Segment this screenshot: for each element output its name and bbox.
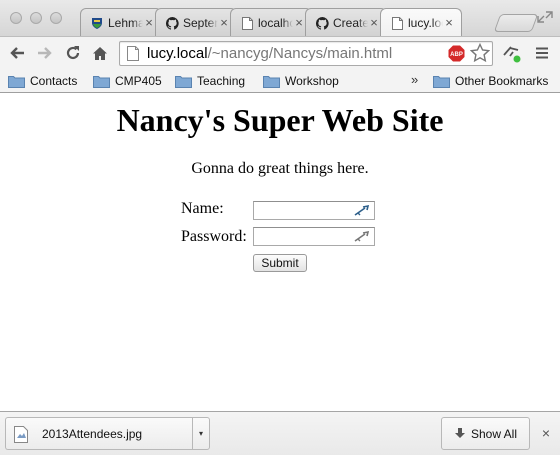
url-path: /~nancyg/Nancys/main.html [207,45,393,62]
page-icon [240,16,254,30]
reload-button[interactable] [63,43,83,63]
extension-button[interactable] [501,43,523,65]
folder-icon [93,75,110,88]
show-all-label: Show All [470,426,518,441]
image-file-icon [14,426,28,443]
home-button[interactable] [90,43,110,63]
lehman-shield-icon [90,16,104,30]
zoom-window-button[interactable] [50,12,62,24]
page-heading: Nancy's Super Web Site [116,102,444,138]
tab-close-icon[interactable]: × [443,15,455,30]
new-tab-button[interactable] [493,14,539,32]
back-button[interactable] [7,43,27,63]
bookmark-label: Teaching [197,74,246,88]
bookmark-teaching[interactable]: Teaching [175,73,245,89]
password-manager-key-icon[interactable] [353,230,371,244]
minimize-window-button[interactable] [30,12,42,24]
bookmark-workshop[interactable]: Workshop [263,73,339,89]
tab-title: Lehman [108,16,143,30]
page-icon [127,46,139,61]
folder-icon [8,75,25,88]
url-text[interactable]: lucy.local/~nancyg/Nancys/main.html [147,45,392,62]
download-shelf: 2013Attendees.jpg ▾ Show All × [0,411,560,455]
adblock-plus-button[interactable]: ABP [448,45,465,62]
password-input[interactable] [257,228,353,245]
tab-close-icon[interactable]: × [218,15,230,30]
tab-september[interactable]: September × [155,8,237,36]
bookmark-other-bookmarks[interactable]: Other Bookmarks [433,73,548,89]
name-field[interactable] [253,201,375,220]
folder-icon [263,75,280,88]
tab-title: localhost [258,16,293,30]
tab-title: lucy.local [408,16,443,30]
page-viewport: Nancy's Super Web Site Gonna do great th… [0,94,560,411]
github-icon [165,16,179,30]
tab-create[interactable]: Create × [305,8,387,36]
tab-title: September [183,16,218,30]
tab-title: Create [333,16,368,30]
tab-localhost[interactable]: localhost × [230,8,312,36]
tab-close-icon[interactable]: × [368,15,380,30]
forward-arrow-icon [38,47,52,59]
tab-lucy-local[interactable]: lucy.local × [380,8,462,36]
folder-icon [433,75,450,88]
abp-label: ABP [450,52,463,58]
address-bar[interactable]: lucy.local/~nancyg/Nancys/main.html [119,41,493,66]
chrome-menu-button[interactable] [535,46,549,60]
password-label: Password: [181,228,247,245]
back-arrow-icon [10,47,24,59]
download-item[interactable]: 2013Attendees.jpg [5,417,192,450]
reload-icon [66,46,80,60]
bookmark-label: Contacts [30,74,78,88]
github-icon [315,16,329,30]
submit-button[interactable]: Submit [253,254,307,272]
bookmark-star-button[interactable] [469,42,491,63]
password-manager-key-icon[interactable] [353,204,371,218]
page-icon [390,16,404,30]
name-label: Name: [181,200,224,217]
tab-strip: Lehman × September × localhost × Create … [0,0,560,36]
page-tagline: Gonna do great things here. [191,160,369,177]
tab-lehman[interactable]: Lehman × [80,8,162,36]
show-all-downloads-button[interactable]: Show All [441,417,530,450]
browser-toolbar: lucy.local/~nancyg/Nancys/main.html ABP [0,36,560,68]
download-menu-button[interactable]: ▾ [192,417,210,450]
password-field[interactable] [253,227,375,246]
bookmark-contacts[interactable]: Contacts [8,73,77,89]
bookmark-cmp405[interactable]: CMP405 [93,73,162,89]
star-icon [469,42,491,63]
home-icon [93,46,107,60]
bookmarks-bar: Contacts CMP405 Teaching Workshop » Othe… [0,68,560,93]
name-input[interactable] [257,202,353,219]
adblock-plus-icon: ABP [448,45,465,62]
tab-close-icon[interactable]: × [293,15,305,30]
download-arrow-icon [454,428,465,438]
bookmark-label: Other Bookmarks [455,74,549,88]
bookmark-label: CMP405 [115,74,162,88]
close-window-button[interactable] [10,12,22,24]
extension-icon [503,46,521,63]
forward-button[interactable] [35,43,55,63]
url-host: lucy.local [147,45,208,62]
fullscreen-icon[interactable] [536,10,554,24]
close-download-shelf-icon[interactable]: × [539,425,553,441]
hamburger-menu-icon [536,47,548,59]
bookmark-label: Workshop [285,74,339,88]
tab-list: Lehman × September × localhost × Create … [80,8,462,36]
download-file-name: 2013Attendees.jpg [42,427,143,441]
bookmarks-overflow-button[interactable]: » [411,72,418,87]
folder-icon [175,75,192,88]
tab-close-icon[interactable]: × [143,15,155,30]
